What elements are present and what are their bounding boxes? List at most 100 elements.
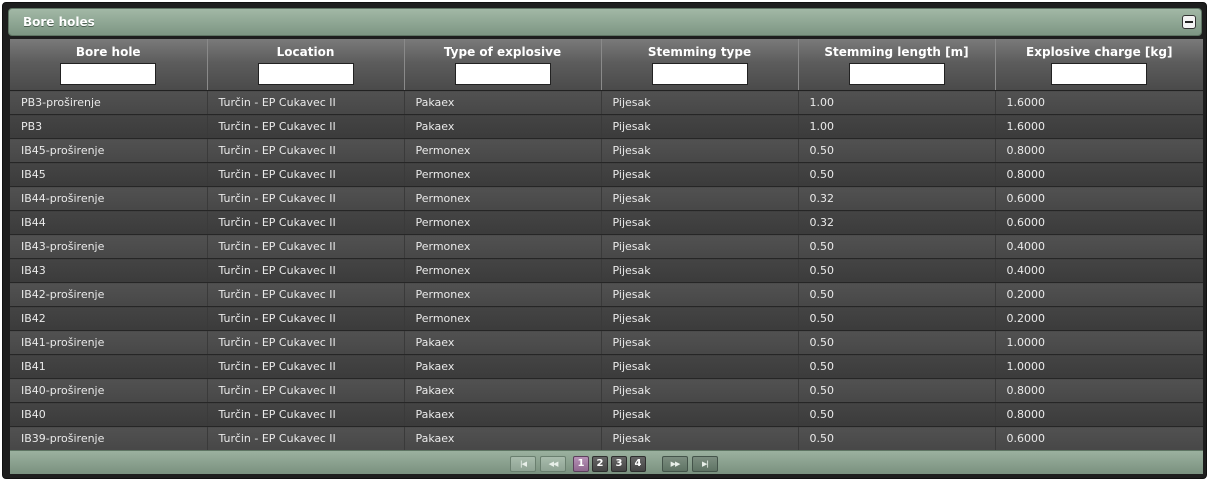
cell-explosive-charge: 0.6000 [995, 186, 1203, 211]
cell-location: Turčin - EP Cukavec II [207, 210, 405, 235]
table-row[interactable]: IB45-proširenje Turčin - EP Cukavec II P… [10, 138, 1203, 163]
cell-stemming-length: 0.50 [798, 258, 996, 283]
filter-explosive-charge-input[interactable] [1051, 63, 1148, 85]
column-header-label: Location [276, 45, 335, 59]
cell-type-of-explosive: Pakaex [404, 330, 602, 355]
cell-explosive-charge: 0.2000 [995, 306, 1203, 331]
filter-bore-hole-input[interactable] [60, 63, 157, 85]
cell-type-of-explosive: Permonex [404, 210, 602, 235]
cell-explosive-charge: 1.6000 [995, 114, 1203, 139]
cell-stemming-length: 0.50 [798, 306, 996, 331]
column-header-location[interactable]: Location [207, 39, 405, 91]
cell-location: Turčin - EP Cukavec II [207, 378, 405, 403]
table-row[interactable]: IB41-proširenje Turčin - EP Cukavec II P… [10, 330, 1203, 355]
column-header-label: Type of explosive [443, 45, 562, 59]
cell-stemming-type: Pijesak [601, 234, 799, 259]
filter-stemming-length-input[interactable] [848, 63, 945, 85]
cell-location: Turčin - EP Cukavec II [207, 234, 405, 259]
column-header-stemming-length[interactable]: Stemming length [m] [798, 39, 996, 91]
cell-stemming-length: 0.50 [798, 330, 996, 355]
cell-stemming-length: 0.50 [798, 378, 996, 403]
last-page-icon[interactable]: ▶| [692, 456, 718, 472]
cell-type-of-explosive: Pakaex [404, 90, 602, 115]
cell-bore-hole: IB39-proširenje [10, 426, 208, 451]
cell-explosive-charge: 0.8000 [995, 378, 1203, 403]
page-button-4[interactable]: 4 [630, 456, 646, 472]
cell-location: Turčin - EP Cukavec II [207, 138, 405, 163]
cell-type-of-explosive: Permonex [404, 234, 602, 259]
table-row[interactable]: IB39-proširenje Turčin - EP Cukavec II P… [10, 426, 1203, 451]
column-header-stemming-type[interactable]: Stemming type [601, 39, 799, 91]
cell-explosive-charge: 0.4000 [995, 234, 1203, 259]
cell-stemming-length: 0.32 [798, 210, 996, 235]
cell-bore-hole: PB3 [10, 114, 208, 139]
next-page-icon[interactable]: ▶▶ [662, 456, 688, 472]
header-row: Bore hole Location Type of explosive Ste… [10, 39, 1203, 91]
cell-stemming-type: Pijesak [601, 90, 799, 115]
cell-location: Turčin - EP Cukavec II [207, 258, 405, 283]
cell-explosive-charge: 1.6000 [995, 90, 1203, 115]
table-row[interactable]: IB40-proširenje Turčin - EP Cukavec II P… [10, 378, 1203, 403]
cell-location: Turčin - EP Cukavec II [207, 330, 405, 355]
cell-explosive-charge: 0.8000 [995, 138, 1203, 163]
cell-explosive-charge: 1.0000 [995, 354, 1203, 379]
table-row[interactable]: IB44-proširenje Turčin - EP Cukavec II P… [10, 186, 1203, 211]
table-row[interactable]: IB43-proširenje Turčin - EP Cukavec II P… [10, 234, 1203, 259]
cell-location: Turčin - EP Cukavec II [207, 162, 405, 187]
column-header-label: Explosive charge [kg] [1026, 45, 1173, 59]
cell-explosive-charge: 1.0000 [995, 330, 1203, 355]
first-page-icon[interactable]: |◀ [510, 456, 536, 472]
pagination-bar: |◀ ◀◀ 1 2 3 4 ▶▶ ▶| [10, 450, 1203, 474]
table-row[interactable]: IB41 Turčin - EP Cukavec II Pakaex Pijes… [10, 354, 1203, 379]
panel-header: Bore holes [8, 8, 1202, 36]
cell-stemming-type: Pijesak [601, 186, 799, 211]
cell-bore-hole: IB42-proširenje [10, 282, 208, 307]
cell-type-of-explosive: Pakaex [404, 402, 602, 427]
cell-stemming-type: Pijesak [601, 210, 799, 235]
page-button-2[interactable]: 2 [592, 456, 608, 472]
table-row[interactable]: IB42 Turčin - EP Cukavec II Permonex Pij… [10, 306, 1203, 331]
column-header-type-of-explosive[interactable]: Type of explosive [404, 39, 602, 91]
cell-bore-hole: IB42 [10, 306, 208, 331]
previous-page-icon[interactable]: ◀◀ [540, 456, 566, 472]
cell-location: Turčin - EP Cukavec II [207, 186, 405, 211]
table-row[interactable]: IB43 Turčin - EP Cukavec II Permonex Pij… [10, 258, 1203, 283]
column-header-label: Stemming type [647, 45, 752, 59]
table-row[interactable]: IB44 Turčin - EP Cukavec II Permonex Pij… [10, 210, 1203, 235]
cell-stemming-length: 0.50 [798, 402, 996, 427]
cell-stemming-length: 0.50 [798, 282, 996, 307]
cell-stemming-type: Pijesak [601, 114, 799, 139]
table-row[interactable]: IB40 Turčin - EP Cukavec II Pakaex Pijes… [10, 402, 1203, 427]
cell-stemming-length: 0.50 [798, 234, 996, 259]
cell-stemming-length: 0.32 [798, 186, 996, 211]
table-row[interactable]: PB3 Turčin - EP Cukavec II Pakaex Pijesa… [10, 114, 1203, 139]
filter-stemming-type-input[interactable] [651, 63, 748, 85]
cell-stemming-type: Pijesak [601, 378, 799, 403]
cell-location: Turčin - EP Cukavec II [207, 90, 405, 115]
cell-stemming-length: 1.00 [798, 114, 996, 139]
cell-type-of-explosive: Permonex [404, 186, 602, 211]
cell-stemming-type: Pijesak [601, 306, 799, 331]
column-header-explosive-charge[interactable]: Explosive charge [kg] [995, 39, 1203, 91]
page-button-1[interactable]: 1 [573, 456, 589, 472]
cell-explosive-charge: 0.6000 [995, 210, 1203, 235]
cell-explosive-charge: 0.6000 [995, 426, 1203, 451]
column-header-bore-hole[interactable]: Bore hole [10, 39, 208, 91]
cell-location: Turčin - EP Cukavec II [207, 426, 405, 451]
collapse-icon[interactable] [1182, 15, 1196, 29]
filter-type-of-explosive-input[interactable] [454, 63, 551, 85]
page-button-3[interactable]: 3 [611, 456, 627, 472]
cell-location: Turčin - EP Cukavec II [207, 354, 405, 379]
table-row[interactable]: PB3-proširenje Turčin - EP Cukavec II Pa… [10, 90, 1203, 115]
cell-bore-hole: PB3-proširenje [10, 90, 208, 115]
column-header-label: Bore hole [75, 45, 141, 59]
cell-bore-hole: IB45-proširenje [10, 138, 208, 163]
cell-stemming-length: 1.00 [798, 90, 996, 115]
cell-explosive-charge: 0.8000 [995, 402, 1203, 427]
panel-title: Bore holes [23, 15, 95, 29]
table-row[interactable]: IB45 Turčin - EP Cukavec II Permonex Pij… [10, 162, 1203, 187]
cell-stemming-type: Pijesak [601, 426, 799, 451]
cell-type-of-explosive: Pakaex [404, 114, 602, 139]
filter-location-input[interactable] [257, 63, 354, 85]
table-row[interactable]: IB42-proširenje Turčin - EP Cukavec II P… [10, 282, 1203, 307]
